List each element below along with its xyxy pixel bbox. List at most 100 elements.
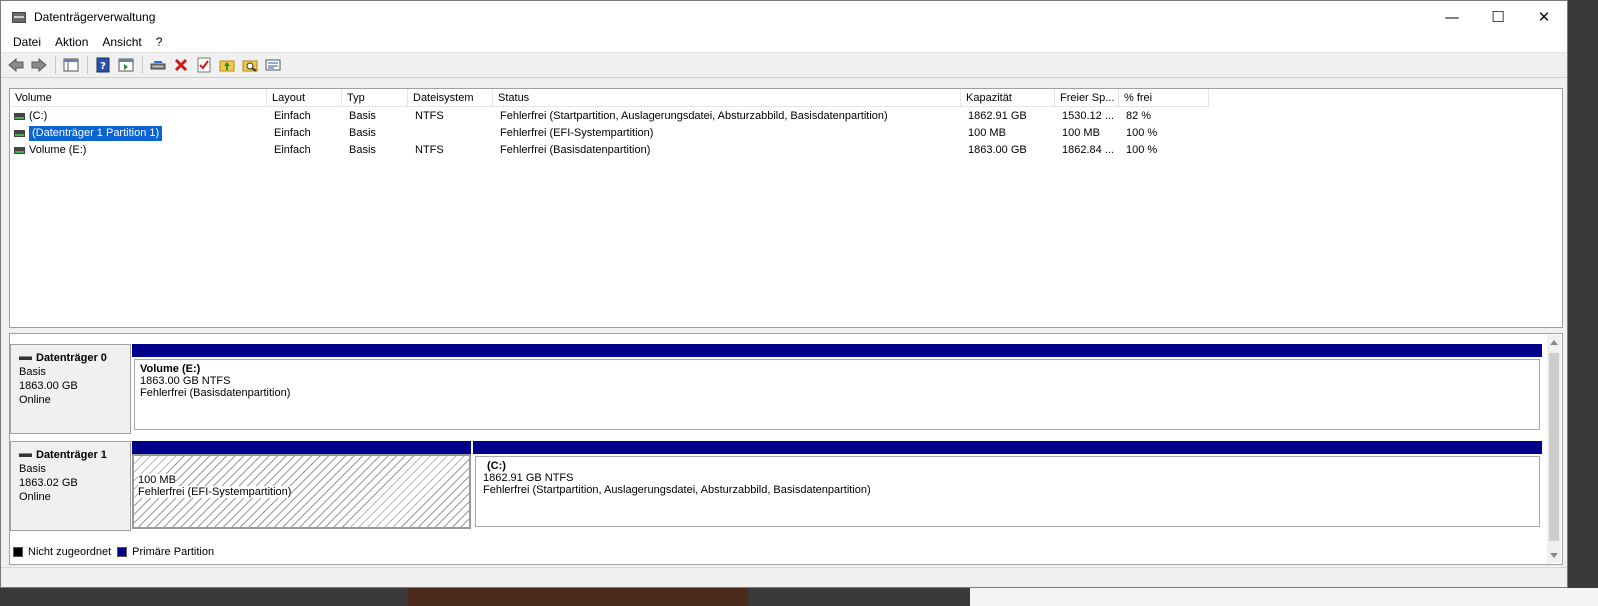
capacity-cell: 1863.00 GB bbox=[968, 144, 1027, 156]
toolbar: ? bbox=[1, 52, 1567, 78]
partition-size: 100 MB bbox=[138, 474, 176, 486]
column-header-status[interactable]: Status bbox=[493, 89, 961, 107]
layout-cell: Einfach bbox=[274, 127, 311, 139]
pct-free-cell: 100 % bbox=[1126, 144, 1158, 156]
primary-partition-bar bbox=[132, 344, 1542, 357]
column-header-layout[interactable]: Layout bbox=[267, 89, 342, 107]
delete-button[interactable] bbox=[170, 54, 192, 76]
scroll-down-arrow-icon[interactable] bbox=[1550, 553, 1558, 558]
folder-search-button[interactable] bbox=[239, 54, 261, 76]
disk-icon bbox=[19, 453, 32, 457]
scroll-up-arrow-icon[interactable] bbox=[1550, 340, 1558, 345]
maximize-button[interactable]: ☐ bbox=[1475, 1, 1521, 32]
column-header-freier-speicher[interactable]: Freier Sp... bbox=[1055, 89, 1119, 107]
check-button[interactable] bbox=[193, 54, 215, 76]
volume-list-header: Volume Layout Typ Dateisystem Status Kap… bbox=[10, 89, 1209, 107]
partition-status: Fehlerfrei (EFI-Systempartition) bbox=[138, 486, 292, 498]
legend-item-primary: Primäre Partition bbox=[117, 546, 214, 558]
capacity-cell: 1862.91 GB bbox=[968, 110, 1027, 122]
properties-button[interactable] bbox=[262, 54, 284, 76]
status-cell: Fehlerfrei (EFI-Systempartition) bbox=[500, 127, 654, 139]
toolbar-separator bbox=[142, 56, 143, 74]
primary-partition-bar bbox=[132, 441, 471, 454]
status-cell: Fehlerfrei (Startpartition, Auslagerungs… bbox=[500, 110, 888, 122]
partition-size: 1862.91 GB NTFS bbox=[483, 472, 574, 484]
minimize-button[interactable]: — bbox=[1429, 1, 1475, 32]
folder-up-button[interactable] bbox=[216, 54, 238, 76]
volume-list: Volume Layout Typ Dateisystem Status Kap… bbox=[9, 88, 1563, 328]
fs-cell: NTFS bbox=[415, 110, 444, 122]
disk-name: Datenträger 1 bbox=[36, 449, 107, 461]
menu-help[interactable]: ? bbox=[149, 35, 170, 49]
check-disk-icon bbox=[197, 57, 211, 73]
console-tree-icon bbox=[63, 58, 79, 72]
column-header-kapazitaet[interactable]: Kapazität bbox=[961, 89, 1055, 107]
fs-cell: NTFS bbox=[415, 144, 444, 156]
disk-type: Basis bbox=[19, 366, 46, 378]
volume-icon bbox=[14, 113, 25, 120]
close-button[interactable]: ✕ bbox=[1521, 1, 1567, 32]
volume-name-selected: (Datenträger 1 Partition 1) bbox=[29, 126, 163, 141]
disk-management-window: Datenträgerverwaltung — ☐ ✕ Datei Aktion… bbox=[0, 0, 1568, 588]
scrollbar-thumb[interactable] bbox=[1549, 353, 1559, 541]
graphical-disk-view: Datenträger 0 Basis 1863.00 GB Online Vo… bbox=[9, 333, 1563, 565]
column-header-dateisystem[interactable]: Dateisystem bbox=[408, 89, 493, 107]
partition-efi[interactable]: 100 MB Fehlerfrei (EFI-Systempartition) bbox=[132, 441, 471, 529]
help-button[interactable]: ? bbox=[92, 54, 114, 76]
disk-info-1[interactable]: Datenträger 1 Basis 1863.02 GB Online bbox=[10, 441, 131, 531]
partition-status: Fehlerfrei (Basisdatenpartition) bbox=[140, 387, 291, 399]
disk-size: 1863.00 GB bbox=[19, 380, 78, 392]
delete-icon bbox=[174, 58, 188, 72]
capacity-cell: 100 MB bbox=[968, 127, 1006, 139]
disk-name: Datenträger 0 bbox=[36, 352, 107, 364]
rescan-button[interactable] bbox=[147, 54, 169, 76]
table-row[interactable]: (C:) Einfach Basis NTFS Fehlerfrei (Star… bbox=[10, 108, 1209, 125]
menu-ansicht[interactable]: Ansicht bbox=[95, 35, 148, 49]
legend-swatch-unallocated bbox=[13, 547, 23, 557]
console-tree-button[interactable] bbox=[60, 54, 82, 76]
typ-cell: Basis bbox=[349, 110, 376, 122]
efi-partition-body: 100 MB Fehlerfrei (EFI-Systempartition) bbox=[132, 454, 471, 529]
column-header-volume[interactable]: Volume bbox=[10, 89, 267, 107]
folder-up-icon bbox=[219, 60, 235, 72]
disk-row-1: Datenträger 1 Basis 1863.02 GB Online 10… bbox=[10, 441, 1548, 531]
forward-arrow-icon bbox=[31, 58, 47, 72]
back-arrow-icon bbox=[8, 58, 24, 72]
rescan-disks-icon bbox=[150, 61, 166, 70]
disk-management-app-icon bbox=[11, 9, 27, 25]
volume-name: (C:) bbox=[29, 110, 48, 122]
disk-state: Online bbox=[19, 491, 51, 503]
typ-cell: Basis bbox=[349, 127, 376, 139]
menu-bar: Datei Aktion Ansicht ? bbox=[1, 32, 1567, 52]
disk-size: 1863.02 GB bbox=[19, 477, 78, 489]
free-cell: 1862.84 ... bbox=[1062, 144, 1114, 156]
show-hide-pane-button[interactable] bbox=[115, 54, 137, 76]
legend-swatch-primary bbox=[117, 547, 128, 557]
properties-icon bbox=[265, 59, 281, 71]
pct-free-cell: 100 % bbox=[1126, 127, 1158, 139]
table-row[interactable]: (Datenträger 1 Partition 1) Einfach Basi… bbox=[10, 125, 1209, 142]
disk-row-0: Datenträger 0 Basis 1863.00 GB Online Vo… bbox=[10, 344, 1548, 434]
column-header-prozent-frei[interactable]: % frei bbox=[1119, 89, 1209, 107]
disk-state: Online bbox=[19, 394, 51, 406]
window-title: Datenträgerverwaltung bbox=[34, 9, 156, 24]
menu-datei[interactable]: Datei bbox=[6, 35, 48, 49]
layout-cell: Einfach bbox=[274, 110, 311, 122]
volume-icon bbox=[14, 130, 25, 137]
disk-view-scrollbar[interactable] bbox=[1547, 335, 1561, 563]
table-row[interactable]: Volume (E:) Einfach Basis NTFS Fehlerfre… bbox=[10, 142, 1209, 159]
column-header-typ[interactable]: Typ bbox=[342, 89, 408, 107]
title-bar: Datenträgerverwaltung — ☐ ✕ bbox=[1, 1, 1567, 32]
legend-label: Nicht zugeordnet bbox=[28, 546, 112, 558]
forward-button[interactable] bbox=[28, 54, 50, 76]
volume-name: Volume (E:) bbox=[29, 144, 87, 156]
back-button[interactable] bbox=[5, 54, 27, 76]
disk-type: Basis bbox=[19, 463, 46, 475]
partition-volume-e[interactable]: Volume (E:) 1863.00 GB NTFS Fehlerfrei (… bbox=[132, 344, 1542, 432]
typ-cell: Basis bbox=[349, 144, 376, 156]
disk-info-0[interactable]: Datenträger 0 Basis 1863.00 GB Online bbox=[10, 344, 131, 434]
partition-c[interactable]: (C:) 1862.91 GB NTFS Fehlerfrei (Startpa… bbox=[473, 441, 1542, 529]
menu-aktion[interactable]: Aktion bbox=[48, 35, 95, 49]
partition-title: Volume (E:) bbox=[140, 363, 201, 375]
folder-search-icon bbox=[242, 60, 258, 72]
